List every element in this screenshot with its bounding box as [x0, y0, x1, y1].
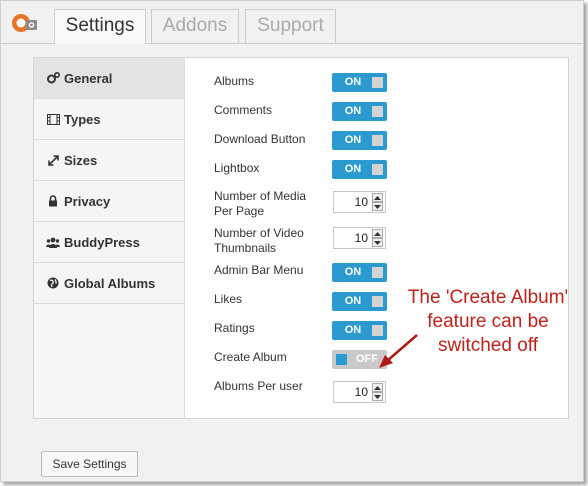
annotation-callout: The 'Create Album' feature can be switch…: [397, 286, 579, 358]
toggle-state: ON: [344, 266, 362, 278]
gears-icon: [46, 72, 60, 84]
sidebar-item-types[interactable]: Types: [34, 99, 184, 140]
sidebar-item-label: BuddyPress: [64, 234, 140, 250]
stepper-arrows: [372, 229, 383, 247]
annotation-line: switched off: [438, 335, 538, 356]
likes-toggle[interactable]: ON: [332, 292, 387, 311]
download-button-toggle[interactable]: ON: [332, 131, 387, 150]
settings-window: Settings Addons Support General Types Si…: [0, 0, 584, 482]
decrement-icon[interactable]: [372, 392, 383, 401]
admin-bar-menu-toggle[interactable]: ON: [332, 263, 387, 282]
media-per-page-stepper[interactable]: 10: [333, 191, 386, 213]
sidebar-item-label: Global Albums: [64, 275, 156, 291]
increment-icon[interactable]: [372, 193, 383, 202]
lock-icon: [46, 195, 60, 207]
setting-label: Number of Video Thumbnails: [214, 226, 304, 255]
toggle-state: ON: [344, 134, 362, 146]
stepper-value: 10: [354, 385, 368, 399]
settings-sidebar: General Types Sizes Privacy BuddyPress G…: [34, 58, 185, 418]
annotation-line: feature can be: [427, 311, 549, 332]
decrement-icon[interactable]: [372, 238, 383, 247]
toggle-knob: [372, 106, 383, 117]
sidebar-item-general[interactable]: General: [34, 58, 184, 99]
decrement-icon[interactable]: [372, 202, 383, 211]
toggle-knob: [336, 354, 347, 365]
toggle-state: ON: [344, 295, 362, 307]
tab-support[interactable]: Support: [245, 9, 336, 43]
lightbox-toggle[interactable]: ON: [332, 160, 387, 179]
increment-icon[interactable]: [372, 229, 383, 238]
setting-label: Create Album: [214, 350, 287, 364]
sidebar-item-sizes[interactable]: Sizes: [34, 140, 184, 181]
toggle-knob: [372, 77, 383, 88]
settings-panel: General Types Sizes Privacy BuddyPress G…: [33, 57, 569, 419]
toggle-state: ON: [344, 324, 362, 336]
sidebar-item-label: Privacy: [64, 193, 111, 209]
camera-logo-icon: [11, 11, 39, 35]
toggle-knob: [372, 296, 383, 307]
save-settings-button[interactable]: Save Settings: [41, 451, 138, 477]
resize-icon: [46, 154, 60, 166]
albums-per-user-stepper[interactable]: 10: [333, 381, 386, 403]
setting-label: Albums Per user: [214, 379, 303, 393]
stepper-value: 10: [354, 231, 368, 245]
annotation-arrow-icon: [379, 334, 418, 368]
sidebar-item-buddypress[interactable]: BuddyPress: [34, 222, 184, 263]
albums-toggle[interactable]: ON: [332, 73, 387, 92]
setting-label: Likes: [214, 292, 243, 306]
sidebar-item-privacy[interactable]: Privacy: [34, 181, 184, 222]
users-icon: [46, 237, 60, 248]
video-thumbnails-stepper[interactable]: 10: [333, 227, 386, 249]
increment-icon[interactable]: [372, 383, 383, 392]
toggle-knob: [372, 164, 383, 175]
tab-settings[interactable]: Settings: [54, 9, 146, 44]
stepper-arrows: [372, 383, 383, 401]
setting-label: Admin Bar Menu: [214, 263, 304, 277]
tab-addons[interactable]: Addons: [151, 9, 239, 43]
setting-label: Albums: [214, 74, 255, 88]
sidebar-item-global-albums[interactable]: Global Albums: [34, 263, 184, 304]
setting-label: Download Button: [214, 132, 306, 146]
setting-label: Ratings: [214, 321, 255, 335]
annotation-line: The 'Create Album': [407, 287, 569, 308]
toggle-state: ON: [344, 105, 362, 117]
toggle-state: ON: [344, 76, 362, 88]
setting-label: Number of Media Per Page: [214, 189, 307, 218]
toggle-knob: [372, 135, 383, 146]
setting-label: Lightbox: [214, 161, 260, 175]
sidebar-item-label: General: [64, 70, 113, 86]
sidebar-item-label: Types: [64, 111, 101, 127]
comments-toggle[interactable]: ON: [332, 102, 387, 121]
toggle-knob: [372, 267, 383, 278]
toggle-state: ON: [344, 163, 362, 175]
stepper-value: 10: [354, 195, 368, 209]
globe-icon: [46, 277, 60, 289]
sidebar-item-label: Sizes: [64, 152, 98, 168]
film-icon: [46, 113, 60, 125]
stepper-arrows: [372, 193, 383, 211]
setting-label: Comments: [214, 103, 273, 117]
